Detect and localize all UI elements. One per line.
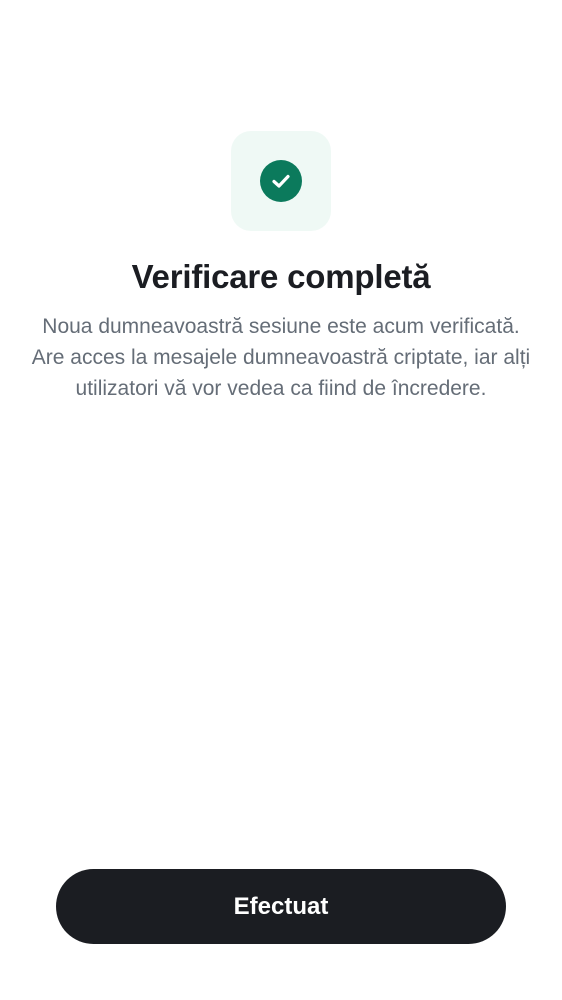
verified-icon-tile bbox=[231, 131, 331, 231]
verification-complete-screen: Verificare completă Noua dumneavoastră s… bbox=[0, 0, 562, 1000]
checkmark-icon bbox=[272, 174, 290, 188]
page-title: Verificare completă bbox=[131, 258, 431, 295]
done-button[interactable]: Efectuat bbox=[56, 869, 506, 944]
verification-description: Noua dumneavoastră sesiune este acum ver… bbox=[31, 315, 531, 400]
check-circle-icon bbox=[260, 160, 302, 202]
